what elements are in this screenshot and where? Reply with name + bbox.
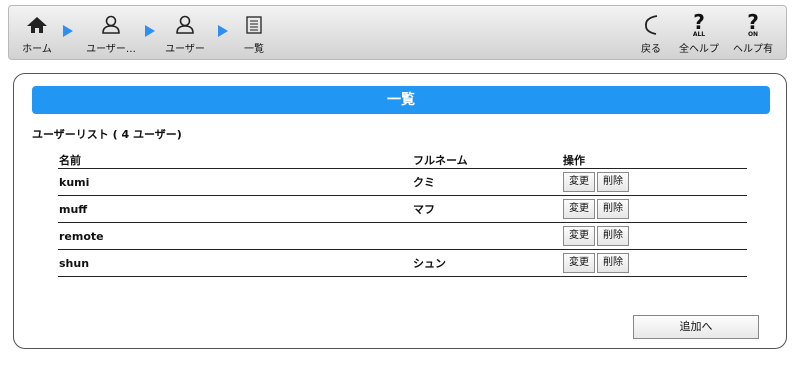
list-crumb-button[interactable]: 一覧 — [239, 10, 269, 55]
all-help-button[interactable]: ? ALL 全ヘルプ — [677, 9, 721, 56]
users-crumb-label: ユーザー… — [86, 44, 136, 55]
table-row: kumi クミ 変更 削除 — [58, 168, 747, 196]
user-table: 名前 フルネーム 操作 kumi クミ 変更削除 muff マフ 変更削除 — [58, 151, 747, 277]
edit-button[interactable]: 変更 — [563, 253, 595, 273]
list-icon — [239, 10, 269, 40]
ops-cell: 変更 削除 — [562, 222, 747, 250]
ops-cell: 変更 削除 — [562, 195, 747, 223]
ops-cell: 変更 削除 — [562, 168, 747, 196]
user-name-cell: remote — [58, 222, 412, 250]
help-all-icon: ? ALL — [692, 9, 706, 38]
user-crumb-button[interactable]: ユーザー — [161, 10, 209, 55]
breadcrumb-arrow-icon — [144, 23, 156, 42]
add-button[interactable]: 追加へ — [633, 315, 759, 339]
user-icon — [161, 10, 209, 40]
home-button[interactable]: ホーム — [19, 10, 55, 55]
panel-title: 一覧 — [32, 86, 770, 114]
user-icon — [84, 10, 138, 40]
table-row: remote 変更 削除 — [58, 222, 747, 250]
help-on-label: ヘルプ有 — [733, 44, 773, 55]
ops-cell: 変更 削除 — [562, 249, 747, 277]
user-list-caption: ユーザーリスト ( 4 ユーザー) — [32, 128, 182, 141]
delete-button[interactable]: 削除 — [597, 199, 629, 219]
edit-button[interactable]: 変更 — [563, 199, 595, 219]
edit-button[interactable]: 変更 — [563, 172, 595, 192]
help-on-icon: ? ON — [747, 9, 759, 38]
user-fullname-cell: クミ — [412, 168, 562, 196]
help-on-button[interactable]: ? ON ヘルプ有 — [731, 9, 775, 56]
edit-button[interactable]: 変更 — [563, 226, 595, 246]
user-crumb-label: ユーザー — [165, 44, 205, 55]
on-badge: ON — [747, 30, 759, 38]
table-row: muff マフ 変更 削除 — [58, 195, 747, 223]
toolbar: ホーム ユーザー… ユーザー 一覧 戻る ? ALL 全ヘルプ ? ON ヘルプ… — [8, 5, 787, 60]
breadcrumb-arrow-icon — [62, 23, 74, 42]
table-row: shun シュン 変更 削除 — [58, 249, 747, 277]
user-name-cell: kumi — [58, 168, 412, 196]
all-badge: ALL — [692, 30, 706, 38]
table-header-row: 名前 フルネーム 操作 — [58, 151, 747, 169]
back-button[interactable]: 戻る — [637, 10, 665, 55]
user-name-cell: shun — [58, 249, 412, 277]
col-name-header: 名前 — [58, 151, 412, 169]
home-label: ホーム — [22, 44, 52, 55]
delete-button[interactable]: 削除 — [597, 172, 629, 192]
user-fullname-cell: マフ — [412, 195, 562, 223]
user-fullname-cell: シュン — [412, 249, 562, 277]
users-crumb-button[interactable]: ユーザー… — [84, 10, 138, 55]
list-crumb-label: 一覧 — [244, 44, 264, 55]
breadcrumb-arrow-icon — [217, 23, 229, 42]
home-icon — [19, 10, 55, 40]
all-help-label: 全ヘルプ — [679, 44, 719, 55]
back-label: 戻る — [641, 44, 661, 55]
main-panel: 一覧 ユーザーリスト ( 4 ユーザー) 名前 フルネーム 操作 kumi クミ… — [13, 73, 787, 349]
col-ops-header: 操作 — [562, 151, 747, 169]
delete-button[interactable]: 削除 — [597, 253, 629, 273]
user-name-cell: muff — [58, 195, 412, 223]
user-fullname-cell — [412, 222, 562, 250]
back-icon — [637, 10, 665, 40]
col-fullname-header: フルネーム — [412, 151, 562, 169]
delete-button[interactable]: 削除 — [597, 226, 629, 246]
